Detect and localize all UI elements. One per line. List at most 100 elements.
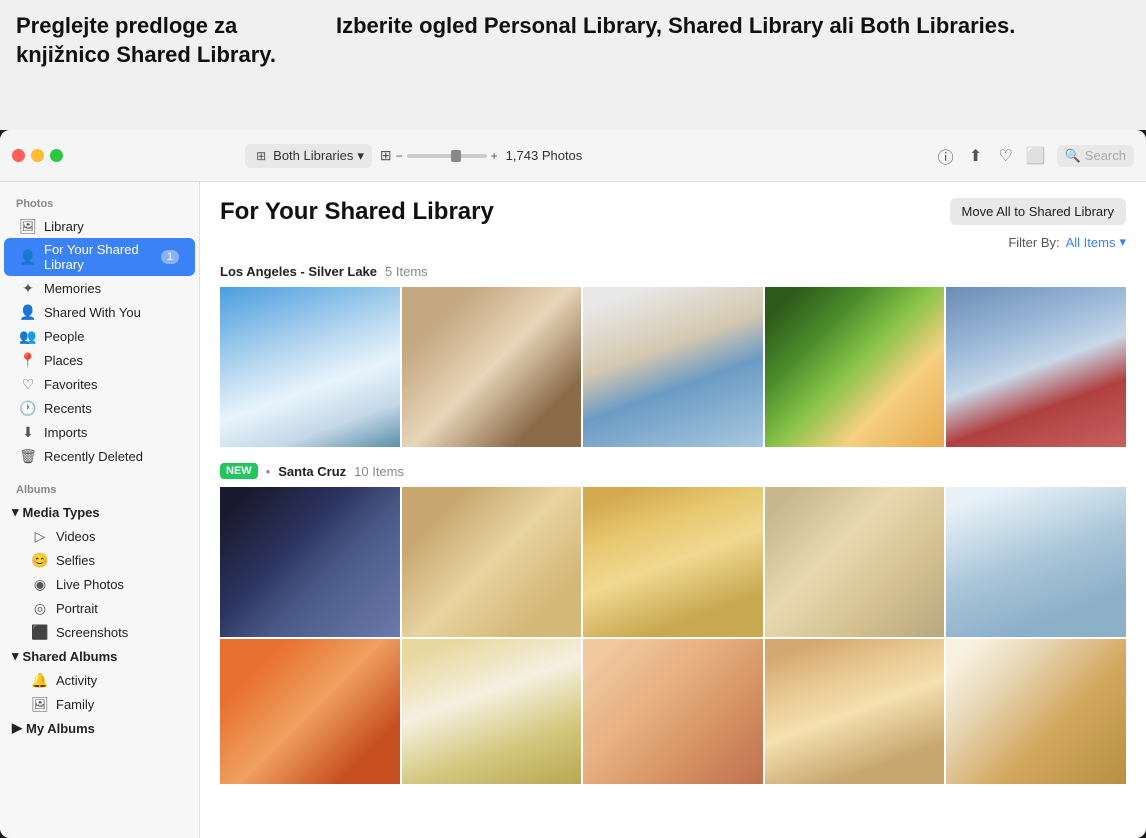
shared-library-badge: 1 xyxy=(161,250,179,264)
filter-button[interactable]: All Items ▾ xyxy=(1066,234,1126,250)
sidebar-item-selfies[interactable]: 😊 Selfies xyxy=(4,548,195,572)
sidebar-item-videos-label: Videos xyxy=(56,529,96,544)
photo-item[interactable] xyxy=(946,487,1126,637)
search-placeholder: Search xyxy=(1085,148,1126,163)
zoom-control: ⊞ − + xyxy=(380,147,498,164)
info-icon[interactable]: ⓘ xyxy=(937,147,955,165)
photo-item[interactable] xyxy=(220,487,400,637)
close-button[interactable] xyxy=(12,149,25,162)
filter-label: Filter By: xyxy=(1008,235,1059,250)
photo-count: 1,743 Photos xyxy=(506,148,583,163)
section1-header: Los Angeles - Silver Lake 5 Items xyxy=(220,264,1126,279)
photo-item[interactable] xyxy=(765,287,945,447)
main-content: Photos 🖼 Library 👤 For Your Shared Libra… xyxy=(0,182,1146,838)
photo-item[interactable] xyxy=(765,639,945,784)
trash-icon: 🗑 xyxy=(20,448,36,464)
selfies-icon: 😊 xyxy=(32,552,48,568)
sidebar-item-family[interactable]: 🖼 Family xyxy=(4,692,195,716)
move-all-button[interactable]: Move All to Shared Library xyxy=(950,198,1126,225)
recents-icon: 🕐 xyxy=(20,400,36,416)
zoom-plus[interactable]: + xyxy=(491,149,498,163)
shared-albums-group[interactable]: ▾ Shared Albums xyxy=(4,644,195,668)
photo-item[interactable] xyxy=(583,487,763,637)
sidebar-item-portrait[interactable]: ◎ Portrait xyxy=(4,596,195,620)
photo-item[interactable] xyxy=(402,487,582,637)
photo-item[interactable] xyxy=(765,487,945,637)
fullscreen-button[interactable] xyxy=(50,149,63,162)
rotate-icon[interactable]: ⬜ xyxy=(1027,147,1045,165)
activity-icon: 🔔 xyxy=(32,672,48,688)
sidebar-item-places[interactable]: 📍 Places xyxy=(4,348,195,372)
filter-value: All Items xyxy=(1066,235,1116,250)
sidebar-item-memories[interactable]: ✦ Memories xyxy=(4,276,195,300)
section1-location: Los Angeles - Silver Lake xyxy=(220,264,377,279)
section1-count: 5 Items xyxy=(385,264,428,279)
photo-item[interactable] xyxy=(946,287,1126,447)
photo-item[interactable] xyxy=(220,639,400,784)
sidebar-item-library-label: Library xyxy=(44,219,84,234)
section2-header: NEW • Santa Cruz 10 Items xyxy=(220,463,1126,479)
search-box[interactable]: 🔍 Search xyxy=(1057,145,1134,167)
library-selector[interactable]: ⊞ Both Libraries ▾ xyxy=(245,144,372,168)
sidebar-item-library[interactable]: 🖼 Library xyxy=(4,214,195,238)
sidebar-item-for-shared-library[interactable]: 👤 For Your Shared Library 1 xyxy=(4,238,195,276)
my-albums-label: My Albums xyxy=(26,721,95,736)
sidebar-item-recents[interactable]: 🕐 Recents xyxy=(4,396,195,420)
tooltip-left: Preglejte predloge za knjižnico Shared L… xyxy=(0,0,320,130)
content-panel: For Your Shared Library Move All to Shar… xyxy=(200,182,1146,838)
share-icon[interactable]: ⬆ xyxy=(967,147,985,165)
sidebar-item-portrait-label: Portrait xyxy=(56,601,98,616)
photo-item[interactable] xyxy=(583,287,763,447)
family-icon: 🖼 xyxy=(32,696,48,712)
memories-icon: ✦ xyxy=(20,280,36,296)
media-types-label: Media Types xyxy=(23,505,100,520)
heart-icon[interactable]: ♡ xyxy=(997,147,1015,165)
minimize-button[interactable] xyxy=(31,149,44,162)
sidebar-item-people[interactable]: 👥 People xyxy=(4,324,195,348)
sidebar-item-places-label: Places xyxy=(44,353,83,368)
sidebar-item-live-photos-label: Live Photos xyxy=(56,577,124,592)
photo-item[interactable] xyxy=(402,287,582,447)
photo-item[interactable] xyxy=(402,639,582,784)
sidebar-item-recently-deleted[interactable]: 🗑 Recently Deleted xyxy=(4,444,195,468)
zoom-minus[interactable]: − xyxy=(396,149,403,163)
photos-section-label: Photos xyxy=(0,190,199,214)
live-photos-icon: ◉ xyxy=(32,576,48,592)
section2-new-badge: NEW xyxy=(220,463,258,479)
page-title: For Your Shared Library xyxy=(220,198,494,226)
sidebar-item-favorites[interactable]: ♡ Favorites xyxy=(4,372,195,396)
sidebar: Photos 🖼 Library 👤 For Your Shared Libra… xyxy=(0,182,200,838)
portrait-icon: ◎ xyxy=(32,600,48,616)
shared-albums-collapse-icon: ▾ xyxy=(12,648,19,664)
sidebar-item-recents-label: Recents xyxy=(44,401,92,416)
filter-chevron-icon: ▾ xyxy=(1119,234,1126,250)
zoom-slider[interactable] xyxy=(407,154,487,158)
sidebar-item-family-label: Family xyxy=(56,697,94,712)
titlebar: ⊞ Both Libraries ▾ ⊞ − + 1,743 Photos ⓘ … xyxy=(0,130,1146,182)
sidebar-item-shared-library-label: For Your Shared Library xyxy=(44,242,153,272)
library-selector-label: Both Libraries xyxy=(273,148,353,163)
sidebar-item-imports[interactable]: ⬇ Imports xyxy=(4,420,195,444)
filter-row: Filter By: All Items ▾ xyxy=(220,234,1126,250)
media-types-group[interactable]: ▾ Media Types xyxy=(4,500,195,524)
section2-row2 xyxy=(220,639,1126,784)
videos-icon: ▷ xyxy=(32,528,48,544)
sidebar-item-videos[interactable]: ▷ Videos xyxy=(4,524,195,548)
sidebar-item-memories-label: Memories xyxy=(44,281,101,296)
section2-bullet: • xyxy=(266,464,271,479)
my-albums-group[interactable]: ▶ My Albums xyxy=(4,716,195,740)
sidebar-item-live-photos[interactable]: ◉ Live Photos xyxy=(4,572,195,596)
content-header: For Your Shared Library Move All to Shar… xyxy=(220,198,1126,226)
favorites-icon: ♡ xyxy=(20,376,36,392)
library-selector-icon: ⊞ xyxy=(253,148,269,164)
photo-item[interactable] xyxy=(220,287,400,447)
photo-item[interactable] xyxy=(583,639,763,784)
sidebar-item-shared-with-you[interactable]: 👤 Shared With You xyxy=(4,300,195,324)
photo-item[interactable] xyxy=(946,639,1126,784)
sidebar-item-screenshots[interactable]: ⬛ Screenshots xyxy=(4,620,195,644)
sidebar-item-imports-label: Imports xyxy=(44,425,87,440)
traffic-lights xyxy=(12,149,63,162)
titlebar-controls: ⊞ Both Libraries ▾ ⊞ − + 1,743 Photos xyxy=(245,144,582,168)
titlebar-right: ⓘ ⬆ ♡ ⬜ 🔍 Search xyxy=(937,145,1134,167)
sidebar-item-activity[interactable]: 🔔 Activity xyxy=(4,668,195,692)
